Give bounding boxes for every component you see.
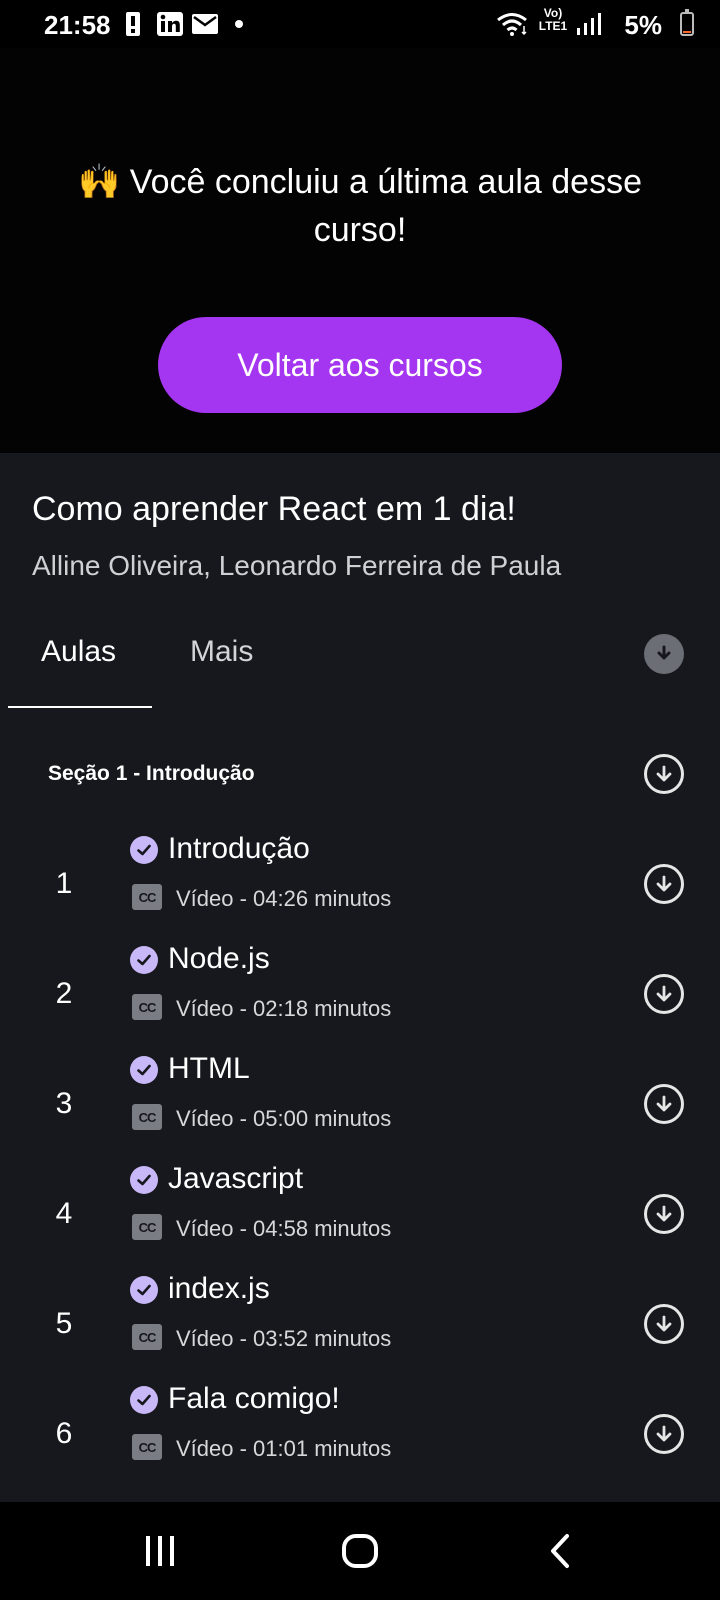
lesson-title: index.js (168, 1272, 270, 1305)
wifi-icon (496, 12, 530, 36)
mail-icon (192, 12, 218, 36)
tab-mais[interactable]: Mais (190, 635, 253, 669)
lesson-meta: Vídeo - 03:52 minutos (176, 1326, 392, 1351)
battery-icon (680, 9, 694, 36)
lesson-row[interactable]: 4 Javascript CC Vídeo - 04:58 minutos (0, 1160, 720, 1272)
lesson-row[interactable]: 5 index.js CC Vídeo - 03:52 minutos (0, 1270, 720, 1382)
lesson-download-button[interactable] (644, 864, 684, 904)
closed-captions-icon: CC (132, 994, 162, 1020)
battery-percent: 5% (624, 10, 662, 40)
battery-fill (683, 31, 691, 33)
lesson-number: 1 (55, 867, 73, 900)
lesson-title: Fala comigo! (168, 1382, 340, 1415)
tab-aulas[interactable]: Aulas (41, 635, 116, 669)
active-tab-indicator (8, 706, 152, 708)
closed-captions-icon: CC (132, 884, 162, 910)
download-icon (656, 875, 672, 892)
download-icon (656, 985, 672, 1002)
check-icon (130, 836, 158, 864)
download-icon (656, 765, 672, 782)
lesson-meta: Vídeo - 04:58 minutos (176, 1216, 392, 1241)
download-all-button[interactable] (644, 634, 684, 674)
lesson-meta: Vídeo - 02:18 minutos (176, 996, 392, 1021)
linkedin-icon (157, 12, 183, 36)
check-icon (130, 1386, 158, 1414)
lesson-meta: Vídeo - 04:26 minutos (176, 886, 392, 911)
back-icon[interactable] (540, 1526, 580, 1576)
check-icon (130, 946, 158, 974)
lesson-download-button[interactable] (644, 1194, 684, 1234)
check-icon (130, 1056, 158, 1084)
lesson-number: 2 (55, 977, 73, 1010)
closed-captions-icon: CC (132, 1324, 162, 1350)
network-label: Vo) LTE1 (538, 6, 568, 33)
lesson-download-button[interactable] (644, 1084, 684, 1124)
closed-captions-icon: CC (132, 1214, 162, 1240)
lesson-download-button[interactable] (644, 1414, 684, 1454)
check-icon (130, 1166, 158, 1194)
lesson-title: Javascript (168, 1162, 304, 1195)
lesson-row[interactable]: 2 Node.js CC Vídeo - 02:18 minutos (0, 940, 720, 1052)
lesson-meta: Vídeo - 05:00 minutos (176, 1106, 392, 1131)
lesson-title: Node.js (168, 942, 270, 975)
lesson-number: 4 (55, 1197, 73, 1230)
lesson-number: 6 (55, 1417, 73, 1450)
status-time: 21:58 (44, 10, 111, 40)
lesson-title: Introdução (168, 832, 310, 865)
check-icon (130, 1276, 158, 1304)
status-bar: 21:58 Vo) LTE1 5% (0, 0, 720, 48)
course-authors: Alline Oliveira, Leonardo Ferreira de Pa… (32, 550, 562, 581)
download-icon (656, 1315, 672, 1332)
course-title: Como aprender React em 1 dia! (32, 490, 516, 528)
lesson-number: 3 (55, 1087, 73, 1120)
signal-icon (576, 12, 602, 36)
lesson-download-button[interactable] (644, 1304, 684, 1344)
completion-message: 🙌 Você concluiu a última aula desse curs… (60, 158, 660, 254)
closed-captions-icon: CC (132, 1104, 162, 1130)
lesson-row[interactable]: 1 Introdução CC Vídeo - 04:26 minutos (0, 830, 720, 942)
lesson-title: HTML (168, 1052, 250, 1085)
dot-icon (234, 12, 244, 36)
alert-icon (126, 12, 140, 36)
completion-text: Você concluiu a última aula desse curso! (129, 163, 642, 249)
closed-captions-icon: CC (132, 1434, 162, 1460)
lesson-meta: Vídeo - 01:01 minutos (176, 1436, 392, 1461)
lesson-row[interactable]: 3 HTML CC Vídeo - 05:00 minutos (0, 1050, 720, 1162)
download-icon (656, 1095, 672, 1112)
system-nav-bar (0, 1502, 720, 1600)
download-icon (657, 645, 671, 660)
completion-banner: 🙌 Você concluiu a última aula desse curs… (0, 48, 720, 453)
back-to-courses-button[interactable]: Voltar aos cursos (158, 317, 562, 413)
section-download-button[interactable] (644, 754, 684, 794)
lesson-number: 5 (55, 1307, 73, 1340)
recents-icon[interactable] (140, 1526, 180, 1576)
lesson-download-button[interactable] (644, 974, 684, 1014)
download-icon (656, 1205, 672, 1222)
download-icon (656, 1425, 672, 1442)
section-title: Seção 1 - Introdução (48, 762, 255, 785)
lesson-row[interactable]: 6 Fala comigo! CC Vídeo - 01:01 minutos (0, 1380, 720, 1492)
raised-hands-emoji: 🙌 (77, 163, 121, 201)
home-icon[interactable] (338, 1526, 382, 1576)
